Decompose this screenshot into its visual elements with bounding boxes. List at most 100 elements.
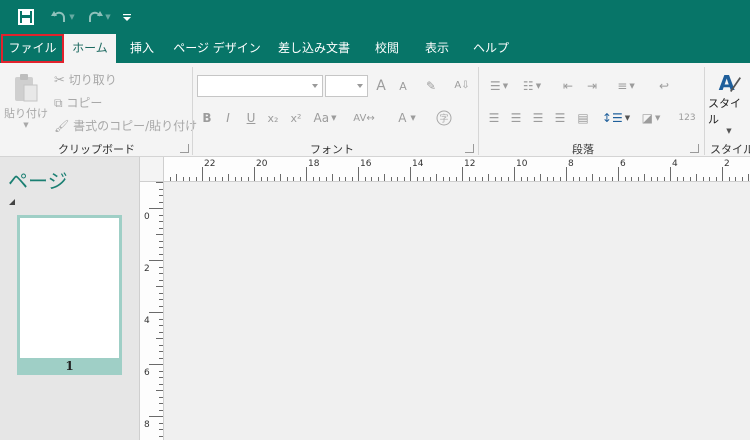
copy-button[interactable]: ⧉ コピー <box>54 94 102 111</box>
cut-button[interactable]: ✂ 切り取り <box>54 71 117 88</box>
align-center-button[interactable]: ☰ <box>507 107 525 129</box>
subscript-button[interactable]: x₂ <box>264 107 282 129</box>
ruler-tick <box>358 167 359 181</box>
ruler-tick <box>702 177 704 181</box>
ruler-tick <box>410 167 411 181</box>
format-painter-button[interactable]: 🖌 書式のコピー/貼り付け <box>54 117 197 134</box>
save-button[interactable] <box>14 0 38 34</box>
shading-icon: ◪ <box>641 111 653 125</box>
ruler-tick <box>159 240 163 242</box>
pages-pane: ページ 1 <box>0 157 140 440</box>
text-direction-button[interactable]: ↩ <box>654 75 674 97</box>
justify-button[interactable]: ☰ <box>551 107 569 129</box>
ruler-tick <box>176 174 177 181</box>
italic-button[interactable]: I <box>220 107 236 129</box>
ruler-tick <box>338 177 340 181</box>
page-thumbnail[interactable]: 1 <box>17 215 122 375</box>
character-spacing-button[interactable]: AV↔ <box>350 107 378 129</box>
numbering-button[interactable]: ☷ ▼ <box>517 75 547 97</box>
vertical-text-button[interactable]: A⇩ <box>452 73 472 99</box>
vertical-ruler[interactable]: 0 2 4 6 8 <box>140 182 164 440</box>
ruler-tick <box>520 177 522 181</box>
ruler-tick <box>306 167 307 181</box>
ruler-tick <box>351 177 353 181</box>
styles-dropdown-icon: ▼ <box>726 127 732 135</box>
character-spacing-icon: AV↔ <box>353 112 375 124</box>
ruler-tick <box>221 177 223 181</box>
ruler-tick <box>149 416 163 417</box>
underline-button[interactable]: U <box>243 107 259 129</box>
grow-font-button[interactable]: A <box>372 75 390 97</box>
ruler-tick <box>208 177 210 181</box>
change-case-label: Aa <box>313 111 330 125</box>
paste-dropdown-icon: ▼ <box>23 121 29 129</box>
paragraph-launcher-icon[interactable] <box>690 144 699 153</box>
ruler-tick <box>159 266 163 268</box>
ruler-tick <box>241 177 242 181</box>
ruler-tick <box>159 325 163 326</box>
ruler-tick <box>159 435 163 437</box>
tab-mailings[interactable]: 差し込み文書 <box>272 34 356 63</box>
ruler-label: 6 <box>620 159 626 169</box>
ruler-tick <box>159 195 163 196</box>
bold-button[interactable]: B <box>199 107 215 129</box>
redo-button[interactable]: ▼ <box>84 0 114 34</box>
tab-review[interactable]: 校閲 <box>364 34 410 63</box>
ruler-label: 4 <box>672 159 678 169</box>
align-right-button[interactable]: ☰ <box>529 107 547 129</box>
ruler-tick <box>159 370 163 372</box>
ruler-tick <box>741 177 743 181</box>
customize-quick-access-button[interactable] <box>120 0 134 34</box>
svg-text:字: 字 <box>439 113 448 125</box>
tab-page-design[interactable]: ページ デザイン <box>170 34 264 63</box>
bullets-button[interactable]: ☰ ▼ <box>485 75 513 97</box>
ruler-tick <box>663 177 665 181</box>
ruler-tick <box>156 338 163 339</box>
collapse-triangle-icon[interactable] <box>9 199 15 205</box>
ruler-tick <box>149 208 163 209</box>
numbering-format-button[interactable]: 123 <box>676 107 698 129</box>
phonetic-guide-button[interactable]: 字 <box>434 108 454 128</box>
tab-help[interactable]: ヘルプ <box>466 34 516 63</box>
clear-formatting-button[interactable]: ✎ <box>420 75 442 97</box>
undo-icon <box>51 11 66 22</box>
ruler-tick <box>247 177 249 181</box>
tab-insert[interactable]: 挿入 <box>120 34 164 63</box>
format-painter-label: 書式のコピー/貼り付け <box>73 119 198 133</box>
tab-home[interactable]: ホーム <box>64 34 116 63</box>
clipboard-launcher-icon[interactable] <box>180 144 189 153</box>
svg-text:A: A <box>719 71 735 95</box>
ruler-tick <box>364 177 366 181</box>
change-case-button[interactable]: Aa ▼ <box>309 107 341 129</box>
distributed-button[interactable]: ▤ <box>573 107 593 129</box>
ruler-tick <box>149 260 163 261</box>
ruler-tick <box>159 292 163 294</box>
align-left-button[interactable]: ☰ <box>485 107 503 129</box>
font-color-button[interactable]: A ▼ <box>392 107 422 129</box>
ruler-tick <box>423 177 424 181</box>
ruler-tick <box>429 177 431 181</box>
undo-button[interactable]: ▼ <box>48 0 78 34</box>
ruler-corner[interactable] <box>140 157 164 182</box>
horizontal-ruler[interactable]: 22 20 18 16 14 12 10 8 6 4 2 <box>164 157 750 182</box>
superscript-button[interactable]: x² <box>287 107 305 129</box>
tab-view[interactable]: 表示 <box>414 34 460 63</box>
shrink-font-button[interactable]: A <box>394 75 412 97</box>
ruler-tick <box>481 177 483 181</box>
shading-button[interactable]: ◪ ▼ <box>636 107 666 129</box>
font-launcher-icon[interactable] <box>465 144 474 153</box>
decrease-indent-button[interactable]: ⇤ <box>558 75 578 97</box>
ruler-tick <box>631 177 632 181</box>
ruler-tick <box>345 177 346 181</box>
decrease-indent-icon: ⇤ <box>562 79 574 93</box>
styles-button[interactable]: A スタイル ▼ <box>708 69 750 135</box>
document-canvas[interactable] <box>165 183 750 440</box>
line-spacing-button[interactable]: ↕☰ ▼ <box>601 107 631 129</box>
paste-button[interactable]: 貼り付け ▼ <box>4 69 48 133</box>
columns-button[interactable]: ≡ ▼ <box>612 75 640 97</box>
ruler-tick <box>286 177 288 181</box>
tab-file[interactable]: ファイル <box>1 34 64 63</box>
increase-indent-button[interactable]: ⇥ <box>582 75 602 97</box>
font-name-combo[interactable] <box>197 75 323 97</box>
font-size-combo[interactable] <box>325 75 368 97</box>
